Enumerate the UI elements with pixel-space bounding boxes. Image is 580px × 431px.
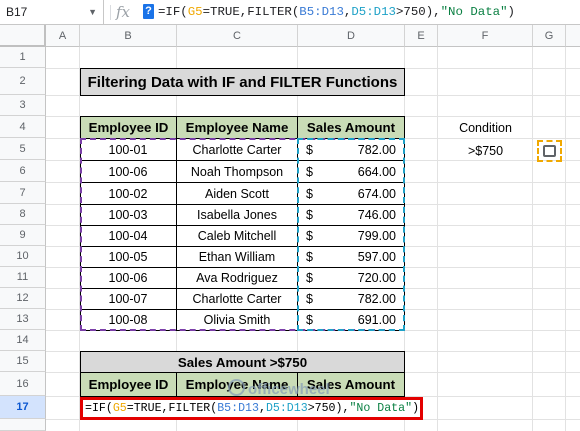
row-header-18[interactable] [0, 419, 46, 431]
column-header-f[interactable]: F [438, 25, 533, 47]
result-header-employee-id[interactable]: Employee ID [80, 372, 177, 397]
name-box[interactable]: B17 ▼ [0, 0, 104, 25]
gridline [565, 47, 566, 431]
formula-ref-g5: G5 [112, 402, 127, 415]
checkbox-cell-g5[interactable] [537, 140, 562, 162]
condition-label[interactable]: Condition [438, 117, 533, 139]
row-header-4[interactable]: 4 [0, 116, 46, 138]
range-highlight-d5-d13 [297, 138, 405, 331]
row-header-2[interactable]: 2 [0, 68, 46, 95]
formula-help-icon[interactable]: ? [143, 4, 154, 19]
column-header-h[interactable] [566, 25, 580, 47]
formula-ref-amount: D5:D13 [265, 402, 308, 415]
row-header-17[interactable]: 17 [0, 396, 46, 419]
row-header-12[interactable]: 12 [0, 288, 46, 309]
formula-ref-range: B5:D13 [299, 5, 344, 19]
row-header-11[interactable]: 11 [0, 267, 46, 288]
column-header-d[interactable]: D [298, 25, 405, 47]
watermark-logo: officewheel [228, 379, 330, 398]
row-header-7[interactable]: 7 [0, 182, 46, 204]
row-header-3[interactable]: 3 [0, 95, 46, 116]
row-header-6[interactable]: 6 [0, 160, 46, 182]
column-header-a[interactable]: A [46, 25, 80, 47]
header-sales-amount[interactable]: Sales Amount [297, 116, 405, 139]
formula-part: =TRUE,FILTER( [202, 5, 300, 19]
column-header-b[interactable]: B [80, 25, 177, 47]
formula-string: "No Data" [440, 5, 508, 19]
logo-mark-icon [228, 379, 245, 396]
header-employee-id[interactable]: Employee ID [80, 116, 177, 139]
row-header-1[interactable]: 1 [0, 47, 46, 68]
formula-part: ) [507, 5, 515, 19]
formula-ref-amount: D5:D13 [351, 5, 396, 19]
header-employee-name[interactable]: Employee Name [176, 116, 298, 139]
formula-ref-g5: G5 [187, 5, 203, 19]
row-header-16[interactable]: 16 [0, 372, 46, 396]
column-header-e[interactable]: E [405, 25, 438, 47]
formula-part: , [258, 402, 266, 415]
divider [110, 5, 111, 20]
row-header-8[interactable]: 8 [0, 204, 46, 225]
row-header-10[interactable]: 10 [0, 246, 46, 267]
formula-part: =TRUE,FILTER( [126, 402, 218, 415]
row-header-15[interactable]: 15 [0, 351, 46, 372]
formula-part: =IF( [158, 5, 188, 19]
formula-input[interactable]: =IF(G5=TRUE,FILTER(B5:D13,D5:D13>750),"N… [158, 0, 515, 25]
column-header-c[interactable]: C [177, 25, 298, 47]
formula-part: ) [412, 402, 420, 415]
formula-part: >750), [395, 5, 441, 19]
formula-ref-range: B5:D13 [217, 402, 259, 415]
formula-part: =IF( [85, 402, 113, 415]
checkbox-icon[interactable] [543, 145, 556, 157]
formula-string: "No Data" [349, 402, 413, 415]
watermark-text: officewheel [248, 381, 330, 398]
formula-part: >750), [307, 402, 350, 415]
column-header-g[interactable]: G [533, 25, 566, 47]
result-title[interactable]: Sales Amount >$750 [80, 351, 405, 373]
gridline [532, 47, 533, 431]
row-header-13[interactable]: 13 [0, 309, 46, 330]
name-box-ref: B17 [6, 5, 28, 19]
row-header-14[interactable]: 14 [0, 330, 46, 351]
active-cell-b17-formula[interactable]: =IF(G5=TRUE,FILTER(B5:D13,D5:D13>750),"N… [80, 397, 423, 420]
condition-value[interactable]: >$750 [438, 140, 533, 162]
row-header-9[interactable]: 9 [0, 225, 46, 246]
chevron-down-icon[interactable]: ▼ [88, 0, 97, 25]
sheet-title[interactable]: Filtering Data with IF and FILTER Functi… [80, 68, 405, 96]
select-all-corner[interactable] [0, 25, 46, 47]
row-header-5[interactable]: 5 [0, 138, 46, 160]
fx-icon: fx [116, 3, 131, 21]
gridline [437, 47, 438, 431]
